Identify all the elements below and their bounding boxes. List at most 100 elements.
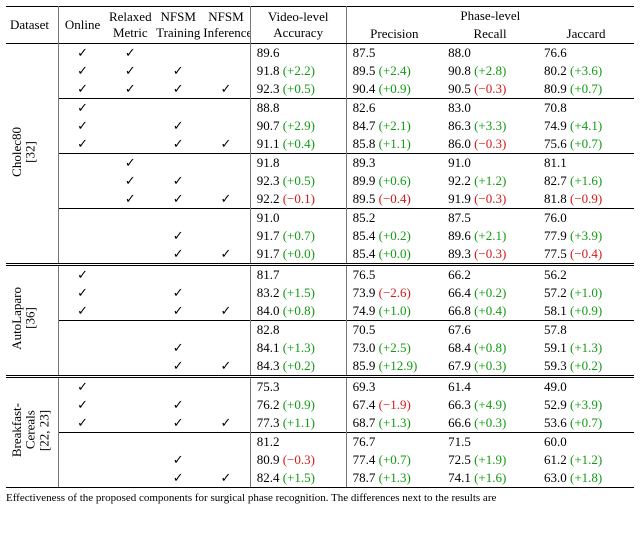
cfg-cell — [202, 433, 250, 452]
cfg-cell: ✓ — [202, 135, 250, 154]
value-cell: 70.8 — [538, 99, 634, 118]
cfg-cell — [154, 433, 202, 452]
cfg-cell: ✓ — [154, 245, 202, 265]
value-cell: 82.6 — [346, 99, 442, 118]
value-cell: 68.4 (+0.8) — [442, 339, 538, 357]
cfg-cell: ✓ — [154, 284, 202, 302]
cfg-cell — [202, 117, 250, 135]
cfg-cell — [58, 154, 106, 173]
cfg-cell: ✓ — [58, 284, 106, 302]
col-train: NFSMTraining — [154, 7, 202, 44]
value-cell: 80.9 (−0.3) — [250, 451, 346, 469]
cfg-cell: ✓ — [154, 339, 202, 357]
value-cell: 91.0 — [442, 154, 538, 173]
value-cell: 91.8 — [250, 154, 346, 173]
value-cell: 66.2 — [442, 265, 538, 285]
value-cell: 84.7 (+2.1) — [346, 117, 442, 135]
cfg-cell — [202, 99, 250, 118]
value-cell: 92.2 (+1.2) — [442, 172, 538, 190]
cfg-cell: ✓ — [154, 117, 202, 135]
cfg-cell: ✓ — [106, 172, 154, 190]
dataset-label: Breakfast-Cereals[22, 23] — [6, 377, 58, 488]
value-cell: 87.5 — [442, 209, 538, 228]
cfg-cell — [202, 209, 250, 228]
cfg-cell: ✓ — [106, 62, 154, 80]
value-cell: 90.5 (−0.3) — [442, 80, 538, 99]
cfg-cell: ✓ — [154, 172, 202, 190]
value-cell: 82.8 — [250, 321, 346, 340]
cfg-cell: ✓ — [154, 80, 202, 99]
value-cell: 84.3 (+0.2) — [250, 357, 346, 377]
value-cell: 61.4 — [442, 377, 538, 397]
value-cell: 57.8 — [538, 321, 634, 340]
cfg-cell — [106, 433, 154, 452]
cfg-cell — [58, 451, 106, 469]
cfg-cell — [154, 377, 202, 397]
value-cell: 86.3 (+3.3) — [442, 117, 538, 135]
cfg-cell — [154, 44, 202, 63]
cfg-cell — [106, 284, 154, 302]
value-cell: 84.0 (+0.8) — [250, 302, 346, 321]
value-cell: 90.7 (+2.9) — [250, 117, 346, 135]
value-cell: 63.0 (+1.8) — [538, 469, 634, 488]
value-cell: 85.8 (+1.1) — [346, 135, 442, 154]
value-cell: 81.7 — [250, 265, 346, 285]
cfg-cell: ✓ — [154, 451, 202, 469]
value-cell: 74.9 (+1.0) — [346, 302, 442, 321]
cfg-cell: ✓ — [154, 414, 202, 433]
cfg-cell: ✓ — [58, 62, 106, 80]
cfg-cell: ✓ — [58, 414, 106, 433]
cfg-cell: ✓ — [106, 154, 154, 173]
cfg-cell — [58, 227, 106, 245]
cfg-cell: ✓ — [154, 62, 202, 80]
value-cell: 73.0 (+2.5) — [346, 339, 442, 357]
cfg-cell — [106, 99, 154, 118]
value-cell: 88.0 — [442, 44, 538, 63]
value-cell: 89.6 — [250, 44, 346, 63]
col-jaccard: Jaccard — [538, 25, 634, 44]
value-cell: 92.3 (+0.5) — [250, 172, 346, 190]
value-cell: 68.7 (+1.3) — [346, 414, 442, 433]
col-infer: NFSMInference — [202, 7, 250, 44]
value-cell: 76.5 — [346, 265, 442, 285]
cfg-cell — [58, 172, 106, 190]
cfg-cell — [106, 245, 154, 265]
value-cell: 89.3 (−0.3) — [442, 245, 538, 265]
cfg-cell: ✓ — [202, 414, 250, 433]
value-cell: 66.6 (+0.3) — [442, 414, 538, 433]
cfg-cell — [202, 377, 250, 397]
cfg-cell — [202, 284, 250, 302]
value-cell: 76.7 — [346, 433, 442, 452]
value-cell: 49.0 — [538, 377, 634, 397]
value-cell: 81.2 — [250, 433, 346, 452]
value-cell: 70.5 — [346, 321, 442, 340]
cfg-cell: ✓ — [58, 135, 106, 154]
cfg-cell: ✓ — [58, 99, 106, 118]
cfg-cell: ✓ — [154, 135, 202, 154]
cfg-cell — [154, 321, 202, 340]
value-cell: 59.3 (+0.2) — [538, 357, 634, 377]
col-online: Online — [58, 7, 106, 44]
value-cell: 91.9 (−0.3) — [442, 190, 538, 209]
cfg-cell — [106, 227, 154, 245]
table-body: Cholec80[32]✓✓89.687.588.076.6✓✓✓91.8 (+… — [6, 44, 634, 488]
value-cell: 66.4 (+0.2) — [442, 284, 538, 302]
value-cell: 69.3 — [346, 377, 442, 397]
cfg-cell: ✓ — [58, 302, 106, 321]
value-cell: 91.1 (+0.4) — [250, 135, 346, 154]
results-table-container: Dataset Online RelaxedMetric NFSMTrainin… — [0, 0, 640, 490]
value-cell: 78.7 (+1.3) — [346, 469, 442, 488]
value-cell: 91.7 (+0.7) — [250, 227, 346, 245]
cfg-cell: ✓ — [154, 227, 202, 245]
cfg-cell — [106, 302, 154, 321]
value-cell: 89.6 (+2.1) — [442, 227, 538, 245]
cfg-cell — [154, 154, 202, 173]
table-caption: Effectiveness of the proposed components… — [0, 490, 640, 504]
cfg-cell: ✓ — [58, 265, 106, 285]
cfg-cell — [58, 190, 106, 209]
cfg-cell: ✓ — [154, 302, 202, 321]
col-accuracy: Video-levelAccuracy — [250, 7, 346, 44]
cfg-cell — [58, 469, 106, 488]
cfg-cell — [106, 469, 154, 488]
cfg-cell — [202, 62, 250, 80]
